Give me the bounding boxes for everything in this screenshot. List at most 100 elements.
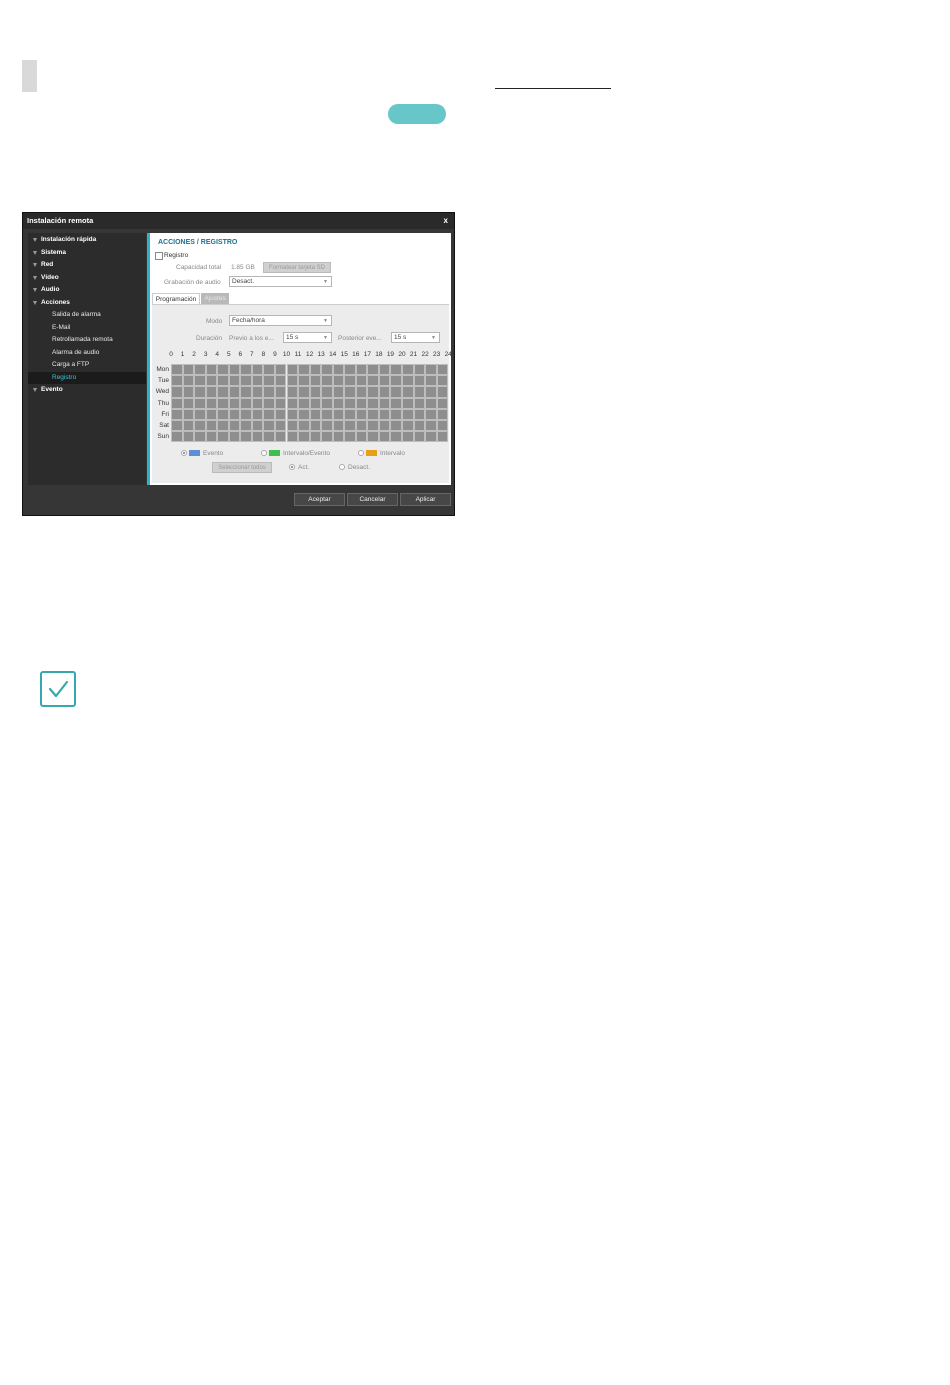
schedule-cell[interactable] bbox=[425, 375, 437, 387]
schedule-cell[interactable] bbox=[332, 431, 345, 443]
schedule-cell[interactable] bbox=[390, 431, 402, 443]
tab-programacion[interactable]: Programación bbox=[152, 293, 200, 304]
schedule-cell[interactable] bbox=[228, 364, 241, 376]
schedule-cell[interactable] bbox=[413, 375, 426, 387]
sidebar-item[interactable]: Evento bbox=[28, 384, 146, 396]
schedule-cell[interactable] bbox=[321, 431, 333, 443]
schedule-cell[interactable] bbox=[274, 420, 287, 432]
schedule-cell[interactable] bbox=[217, 431, 229, 443]
schedule-cell[interactable] bbox=[413, 408, 426, 420]
schedule-cell[interactable] bbox=[367, 408, 379, 420]
sidebar-item[interactable]: Retrollamada remota bbox=[28, 334, 146, 346]
schedule-cell[interactable] bbox=[274, 364, 287, 376]
schedule-cell[interactable] bbox=[182, 420, 195, 432]
schedule-cell[interactable] bbox=[171, 397, 183, 409]
schedule-cell[interactable] bbox=[321, 364, 333, 376]
schedule-cell[interactable] bbox=[390, 386, 402, 398]
aplicar-button[interactable]: Aplicar bbox=[400, 493, 451, 506]
schedule-cell[interactable] bbox=[321, 420, 333, 432]
schedule-cell[interactable] bbox=[182, 364, 195, 376]
schedule-cell[interactable] bbox=[286, 408, 299, 420]
schedule-cell[interactable] bbox=[402, 408, 414, 420]
sidebar-item[interactable]: Sistema bbox=[28, 247, 146, 259]
schedule-cell[interactable] bbox=[217, 420, 229, 432]
schedule-cell[interactable] bbox=[402, 375, 414, 387]
schedule-cell[interactable] bbox=[286, 375, 299, 387]
schedule-cell[interactable] bbox=[344, 364, 356, 376]
schedule-cell[interactable] bbox=[240, 386, 252, 398]
sidebar-item[interactable]: Carga a FTP bbox=[28, 359, 146, 371]
schedule-cell[interactable] bbox=[263, 408, 275, 420]
schedule-cell[interactable] bbox=[171, 420, 183, 432]
schedule-cell[interactable] bbox=[205, 375, 218, 387]
schedule-cell[interactable] bbox=[309, 397, 322, 409]
schedule-cell[interactable] bbox=[251, 375, 264, 387]
schedule-cell[interactable] bbox=[390, 420, 402, 432]
schedule-cell[interactable] bbox=[413, 386, 426, 398]
schedule-cell[interactable] bbox=[228, 386, 241, 398]
schedule-cell[interactable] bbox=[378, 364, 391, 376]
schedule-cell[interactable] bbox=[425, 420, 437, 432]
schedule-cell[interactable] bbox=[251, 420, 264, 432]
schedule-cell[interactable] bbox=[309, 431, 322, 443]
schedule-cell[interactable] bbox=[298, 364, 310, 376]
schedule-cell[interactable] bbox=[194, 386, 206, 398]
schedule-cell[interactable] bbox=[263, 375, 275, 387]
schedule-cell[interactable] bbox=[332, 408, 345, 420]
schedule-cell[interactable] bbox=[390, 364, 402, 376]
schedule-cell[interactable] bbox=[413, 420, 426, 432]
schedule-cell[interactable] bbox=[171, 408, 183, 420]
schedule-cell[interactable] bbox=[298, 375, 310, 387]
schedule-cell[interactable] bbox=[402, 420, 414, 432]
sidebar-item[interactable]: Acciones bbox=[28, 297, 146, 309]
schedule-cell[interactable] bbox=[298, 408, 310, 420]
desact-radio[interactable] bbox=[339, 464, 345, 470]
schedule-cell[interactable] bbox=[413, 431, 426, 443]
schedule-cell[interactable] bbox=[240, 364, 252, 376]
registro-checkbox[interactable] bbox=[155, 252, 163, 260]
schedule-cell[interactable] bbox=[402, 397, 414, 409]
schedule-cell[interactable] bbox=[425, 431, 437, 443]
schedule-cell[interactable] bbox=[274, 386, 287, 398]
schedule-cell[interactable] bbox=[228, 420, 241, 432]
schedule-cell[interactable] bbox=[309, 420, 322, 432]
schedule-cell[interactable] bbox=[378, 397, 391, 409]
schedule-cell[interactable] bbox=[182, 375, 195, 387]
schedule-cell[interactable] bbox=[263, 397, 275, 409]
schedule-cell[interactable] bbox=[182, 397, 195, 409]
schedule-cell[interactable] bbox=[194, 431, 206, 443]
schedule-cell[interactable] bbox=[425, 397, 437, 409]
schedule-cell[interactable] bbox=[425, 408, 437, 420]
schedule-cell[interactable] bbox=[321, 375, 333, 387]
schedule-cell[interactable] bbox=[344, 397, 356, 409]
schedule-cell[interactable] bbox=[321, 408, 333, 420]
schedule-cell[interactable] bbox=[367, 386, 379, 398]
schedule-cell[interactable] bbox=[436, 375, 449, 387]
aceptar-button[interactable]: Aceptar bbox=[294, 493, 345, 506]
close-icon[interactable]: x bbox=[444, 213, 448, 229]
schedule-cell[interactable] bbox=[332, 364, 345, 376]
schedule-cell[interactable] bbox=[194, 375, 206, 387]
schedule-cell[interactable] bbox=[425, 386, 437, 398]
sidebar-item[interactable]: Red bbox=[28, 259, 146, 271]
schedule-cell[interactable] bbox=[194, 364, 206, 376]
sidebar-item[interactable]: Salida de alarma bbox=[28, 309, 146, 321]
schedule-cell[interactable] bbox=[263, 364, 275, 376]
schedule-cell[interactable] bbox=[182, 386, 195, 398]
schedule-cell[interactable] bbox=[309, 408, 322, 420]
sidebar-item[interactable]: E-Mail bbox=[28, 322, 146, 334]
schedule-cell[interactable] bbox=[171, 375, 183, 387]
sidebar-item[interactable]: Alarma de audio bbox=[28, 347, 146, 359]
schedule-cell[interactable] bbox=[298, 431, 310, 443]
schedule-cell[interactable] bbox=[286, 420, 299, 432]
schedule-cell[interactable] bbox=[171, 364, 183, 376]
schedule-cell[interactable] bbox=[182, 408, 195, 420]
schedule-cell[interactable] bbox=[286, 431, 299, 443]
schedule-cell[interactable] bbox=[286, 364, 299, 376]
schedule-cell[interactable] bbox=[240, 375, 252, 387]
sidebar-item[interactable]: Registro bbox=[28, 371, 146, 384]
schedule-cell[interactable] bbox=[194, 397, 206, 409]
schedule-cell[interactable] bbox=[228, 408, 241, 420]
sidebar-item[interactable]: Instalación rápida bbox=[28, 234, 146, 246]
schedule-cell[interactable] bbox=[355, 386, 368, 398]
